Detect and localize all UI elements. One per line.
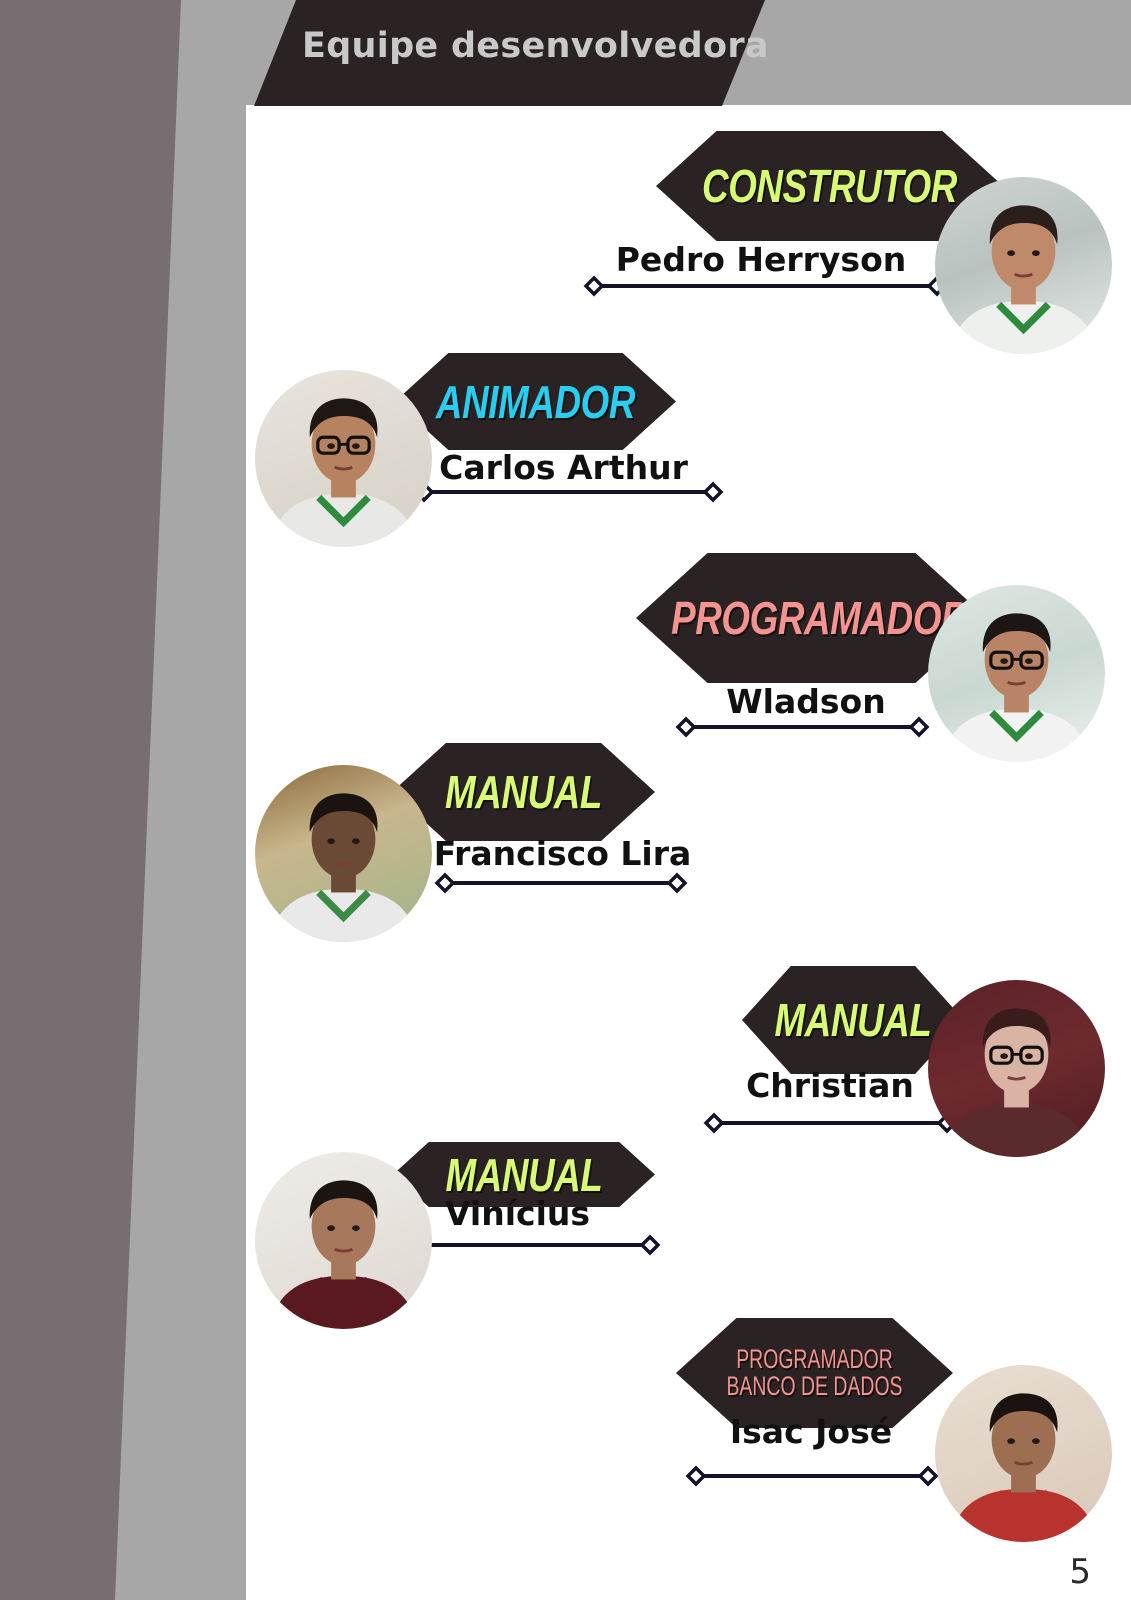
name-underline	[407, 1234, 661, 1256]
avatar-photo	[928, 585, 1105, 762]
diamond-end-icon	[702, 481, 724, 503]
person-portrait-icon	[942, 613, 1091, 762]
name-underline	[703, 1112, 958, 1134]
person-portrait-icon	[269, 1180, 418, 1329]
avatar-photo	[928, 980, 1105, 1157]
diamond-end-icon	[434, 872, 456, 894]
diamond-end-icon	[583, 275, 605, 297]
avatar-photo	[255, 370, 432, 547]
diamond-end-icon	[666, 872, 688, 894]
diamond-end-icon	[703, 1112, 725, 1134]
person-portrait-icon	[269, 398, 418, 547]
name-underline	[675, 716, 930, 738]
person-portrait-icon	[269, 793, 418, 942]
name-underline	[583, 275, 948, 297]
diamond-end-icon	[917, 1465, 939, 1487]
diamond-end-icon	[908, 716, 930, 738]
diamond-end-icon	[685, 1465, 707, 1487]
person-portrait-icon	[949, 1393, 1098, 1542]
page-title: Equipe desenvolvedora	[302, 26, 769, 66]
member-name: Christian	[746, 1066, 914, 1105]
member-name: Francisco Lira	[433, 834, 692, 873]
person-portrait-icon	[942, 1008, 1091, 1157]
name-underline	[434, 872, 688, 894]
role-label: MANUAL	[444, 766, 603, 819]
avatar-photo	[255, 765, 432, 942]
page-number: 5	[1069, 1552, 1091, 1592]
name-underline	[685, 1465, 939, 1487]
avatar-photo	[935, 1365, 1112, 1542]
member-name: Vinícius	[444, 1194, 591, 1233]
role-label: ANIMADOR	[435, 375, 636, 428]
diamond-end-icon	[675, 716, 697, 738]
avatar-photo	[935, 177, 1112, 354]
role-label: MANUAL	[774, 994, 932, 1047]
person-portrait-icon	[949, 205, 1098, 354]
role-label: PROGRAMADOR	[671, 592, 968, 645]
role-label: PROGRAMADOR BANCO DE DADOS	[726, 1344, 903, 1401]
avatar-photo	[255, 1152, 432, 1329]
member-name: Isac José	[729, 1412, 893, 1451]
role-label: CONSTRUTOR	[702, 160, 957, 213]
diamond-end-icon	[639, 1234, 661, 1256]
name-underline	[413, 481, 724, 503]
